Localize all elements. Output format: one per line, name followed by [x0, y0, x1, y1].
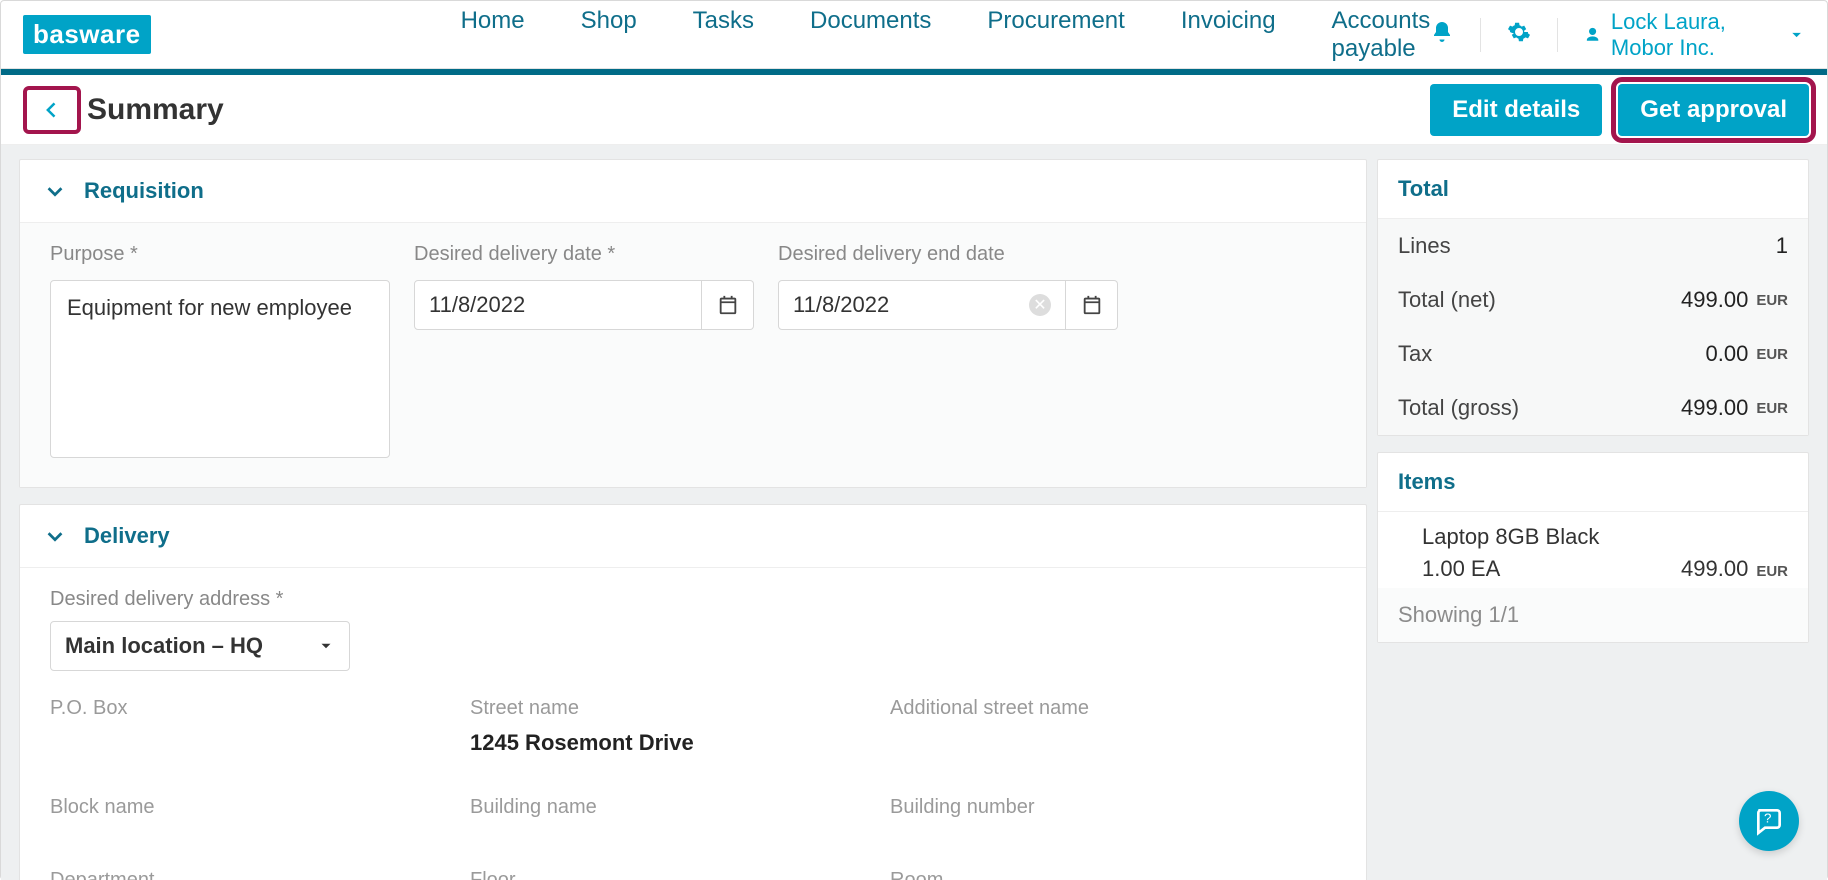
- desired-end-date-label: Desired delivery end date: [778, 243, 1118, 266]
- address-grid: P.O. Box Street name1245 Rosemont Drive …: [50, 697, 1336, 880]
- item-currency: EUR: [1756, 563, 1788, 580]
- user-icon: [1584, 23, 1601, 47]
- page-header: Summary Edit details Get approval: [1, 75, 1827, 145]
- po-box-label: P.O. Box: [50, 697, 470, 720]
- tax-currency: EUR: [1756, 346, 1788, 363]
- side-column: Total Lines 1 Total (net) 499.00 EUR Tax 0.0…: [1377, 145, 1827, 880]
- address-label: Desired delivery address *: [50, 588, 1336, 611]
- chevron-left-icon: [42, 100, 62, 120]
- page-title: Summary: [87, 93, 224, 127]
- desired-date-picker-button[interactable]: [702, 280, 754, 330]
- net-value: 499.00: [1681, 287, 1748, 313]
- item-qty: 1.00 EA: [1422, 556, 1500, 582]
- chevron-down-icon: [44, 180, 66, 202]
- gear-icon[interactable]: [1507, 20, 1531, 49]
- calendar-icon: [717, 294, 739, 316]
- gross-value: 499.00: [1681, 395, 1748, 421]
- floor-label: Floor: [470, 869, 890, 880]
- nav-separator-2: [1557, 18, 1558, 52]
- clear-end-date-icon[interactable]: ✕: [1029, 294, 1051, 316]
- additional-street-label: Additional street name: [890, 697, 1310, 720]
- totals-list: Lines 1 Total (net) 499.00 EUR Tax 0.00 EUR T…: [1378, 219, 1808, 435]
- gross-label: Total (gross): [1398, 395, 1519, 421]
- gross-currency: EUR: [1756, 400, 1788, 417]
- purpose-label: Purpose *: [50, 243, 390, 266]
- desired-date-input[interactable]: 11/8/2022: [414, 280, 702, 330]
- nav-separator: [1480, 18, 1481, 52]
- calendar-icon: [1081, 294, 1103, 316]
- requisition-header[interactable]: Requisition: [20, 160, 1366, 223]
- delivery-title: Delivery: [84, 523, 170, 549]
- desired-end-date-input[interactable]: 11/8/2022 ✕: [778, 280, 1066, 330]
- caret-down-icon: [317, 637, 335, 655]
- totals-panel: Total Lines 1 Total (net) 499.00 EUR Tax 0.0…: [1377, 159, 1809, 436]
- requisition-title: Requisition: [84, 178, 204, 204]
- nav-home[interactable]: Home: [461, 7, 525, 63]
- delivery-body: Desired delivery address * Main location…: [20, 568, 1366, 880]
- tax-label: Tax: [1398, 341, 1432, 367]
- net-label: Total (net): [1398, 287, 1496, 313]
- main-nav: Home Shop Tasks Documents Procurement In…: [461, 7, 1431, 63]
- item-price: 499.00: [1681, 556, 1748, 582]
- item-name: Laptop 8GB Black: [1422, 524, 1788, 550]
- room-label: Room: [890, 869, 1310, 880]
- nav-shop[interactable]: Shop: [581, 7, 637, 63]
- items-showing: Showing 1/1: [1378, 588, 1808, 642]
- nav-right: Lock Laura, Mobor Inc.: [1430, 9, 1805, 61]
- user-label: Lock Laura, Mobor Inc.: [1611, 9, 1772, 61]
- help-icon: ?: [1753, 805, 1785, 837]
- item-row: Laptop 8GB Black 1.00 EA 499.00 EUR: [1378, 512, 1808, 588]
- chevron-down-icon: [44, 525, 66, 547]
- top-nav: basware Home Shop Tasks Documents Procur…: [1, 1, 1827, 69]
- items-title: Items: [1378, 453, 1808, 512]
- requisition-panel: Requisition Purpose * Desired delivery d…: [19, 159, 1367, 488]
- user-menu[interactable]: Lock Laura, Mobor Inc.: [1584, 9, 1805, 61]
- items-panel: Items Laptop 8GB Black 1.00 EA 499.00 EU…: [1377, 452, 1809, 643]
- back-button[interactable]: [23, 86, 81, 134]
- requisition-body: Purpose * Desired delivery date * 11/8/2…: [20, 223, 1366, 487]
- street-value: 1245 Rosemont Drive: [470, 730, 890, 756]
- nav-documents[interactable]: Documents: [810, 7, 931, 63]
- edit-details-button[interactable]: Edit details: [1430, 84, 1602, 136]
- block-label: Block name: [50, 796, 470, 819]
- nav-accounts-payable[interactable]: Accounts payable: [1332, 7, 1431, 63]
- lines-label: Lines: [1398, 233, 1451, 259]
- caret-down-icon: [1788, 23, 1805, 47]
- help-button[interactable]: ?: [1739, 791, 1799, 851]
- tax-value: 0.00: [1706, 341, 1749, 367]
- nav-invoicing[interactable]: Invoicing: [1181, 7, 1276, 63]
- address-select[interactable]: Main location – HQ: [50, 621, 350, 671]
- main-column: Requisition Purpose * Desired delivery d…: [1, 145, 1377, 880]
- desired-date-label: Desired delivery date *: [414, 243, 754, 266]
- street-label: Street name: [470, 697, 890, 720]
- desired-end-date-picker-button[interactable]: [1066, 280, 1118, 330]
- department-label: Department: [50, 869, 470, 880]
- delivery-header[interactable]: Delivery: [20, 505, 1366, 568]
- get-approval-button[interactable]: Get approval: [1618, 84, 1809, 136]
- net-currency: EUR: [1756, 292, 1788, 309]
- bell-icon[interactable]: [1430, 20, 1454, 49]
- svg-text:?: ?: [1764, 810, 1771, 825]
- delivery-panel: Delivery Desired delivery address * Main…: [19, 504, 1367, 880]
- content: Requisition Purpose * Desired delivery d…: [1, 145, 1827, 880]
- building-name-label: Building name: [470, 796, 890, 819]
- header-actions: Edit details Get approval: [1430, 84, 1809, 136]
- totals-title: Total: [1378, 160, 1808, 219]
- nav-tasks[interactable]: Tasks: [693, 7, 754, 63]
- purpose-input[interactable]: [50, 280, 390, 458]
- nav-procurement[interactable]: Procurement: [987, 7, 1124, 63]
- building-number-label: Building number: [890, 796, 1310, 819]
- lines-value: 1: [1776, 233, 1788, 259]
- brand-logo[interactable]: basware: [23, 15, 151, 54]
